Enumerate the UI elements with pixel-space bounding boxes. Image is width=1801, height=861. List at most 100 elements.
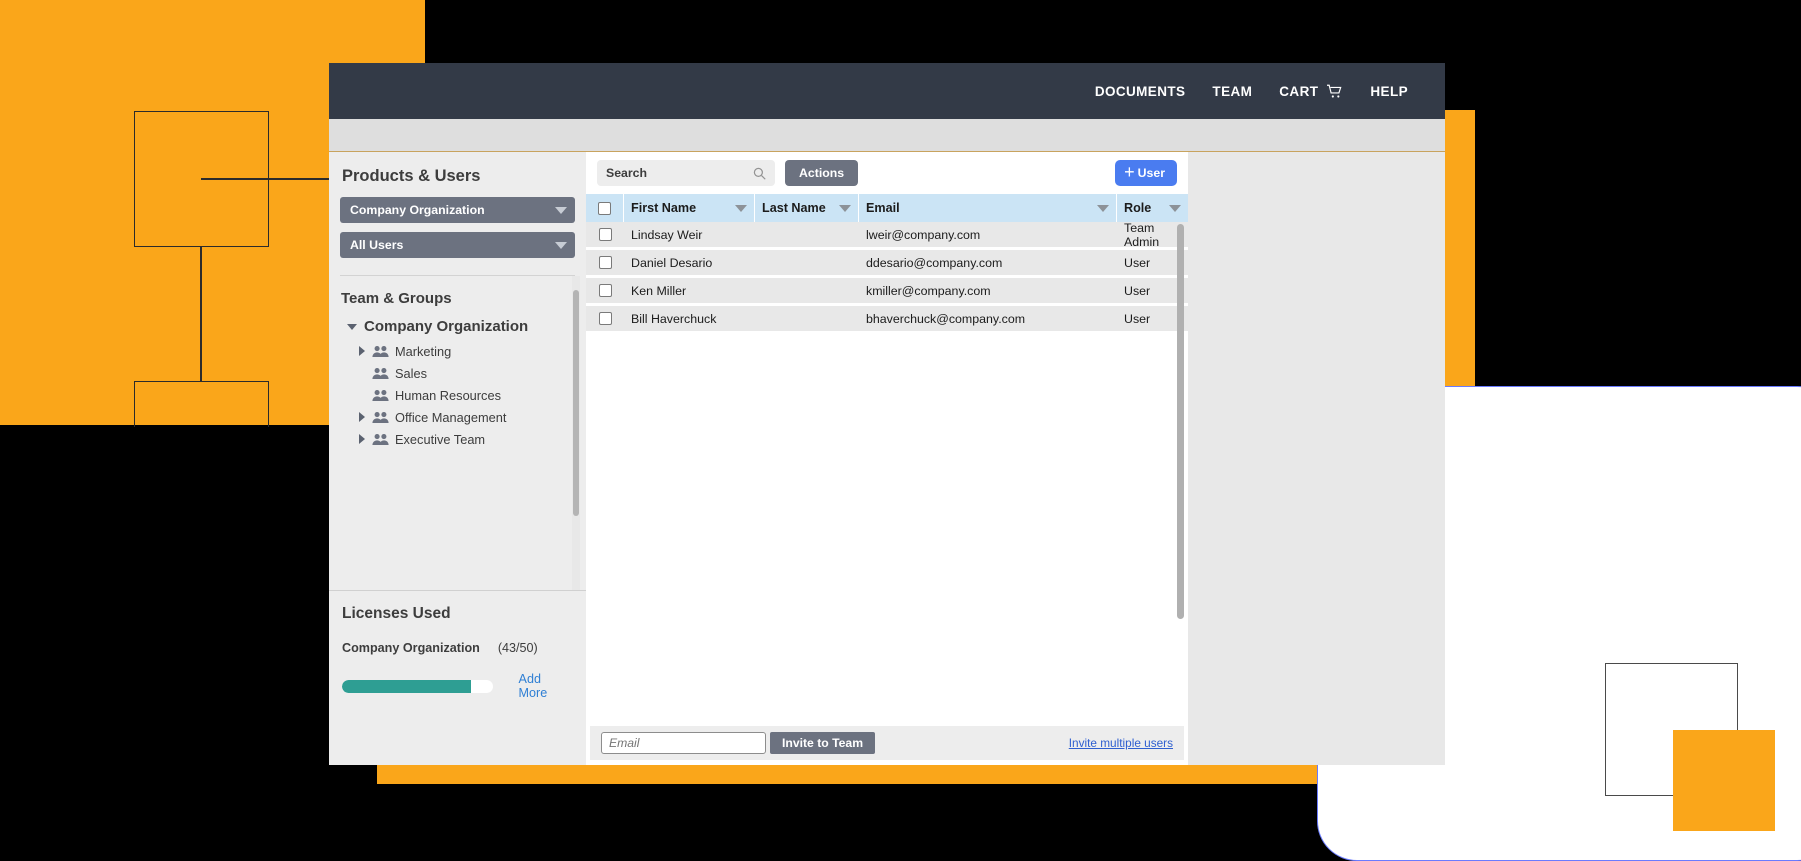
tree-item-label-sales: Sales bbox=[395, 366, 427, 381]
add-more-link[interactable]: Add More bbox=[519, 672, 573, 700]
row-checkbox-cell[interactable] bbox=[586, 312, 624, 325]
group-icon bbox=[372, 433, 389, 446]
triangle-right-icon bbox=[359, 434, 365, 444]
tree-item-human-resources[interactable]: Human Resources bbox=[329, 384, 586, 406]
table-body: Lindsay Weir lweir@company.com Team Admi… bbox=[586, 222, 1188, 721]
licenses-progress-row: Add More bbox=[342, 672, 573, 700]
tree-item-sales[interactable]: Sales bbox=[329, 362, 586, 384]
table-header-select-all[interactable] bbox=[586, 194, 624, 222]
sidebar-scrollbar-thumb[interactable] bbox=[573, 290, 579, 516]
licenses-section: Licenses Used Company Organization (43/5… bbox=[329, 590, 586, 765]
add-user-label: User bbox=[1138, 166, 1165, 180]
tree-item-office-management[interactable]: Office Management bbox=[329, 406, 586, 428]
licenses-title: Licenses Used bbox=[342, 605, 573, 623]
table-header-label-first-name: First Name bbox=[631, 201, 696, 215]
invite-footer: Invite to Team Invite multiple users bbox=[586, 721, 1188, 765]
licenses-progress-fill bbox=[342, 680, 471, 693]
sort-caret-icon[interactable] bbox=[1097, 205, 1109, 212]
actions-button[interactable]: Actions bbox=[785, 160, 858, 186]
table-scrollbar-thumb[interactable] bbox=[1177, 224, 1184, 619]
add-user-button[interactable]: + User bbox=[1115, 160, 1177, 186]
decorative-connector-horizontal bbox=[201, 178, 329, 180]
body-area: Products & Users Company Organization Al… bbox=[329, 152, 1445, 765]
cell-email: ddesario@company.com bbox=[859, 256, 1117, 270]
table-row[interactable]: Ken Miller kmiller@company.com User bbox=[586, 278, 1188, 303]
table-header-email[interactable]: Email bbox=[859, 194, 1117, 222]
cell-email: lweir@company.com bbox=[859, 228, 1117, 242]
row-checkbox-cell[interactable] bbox=[586, 256, 624, 269]
table-header-row: First Name Last Name Email Role bbox=[586, 194, 1188, 222]
expand-toggle-marketing[interactable] bbox=[359, 346, 366, 356]
nav-label-documents: DOCUMENTS bbox=[1095, 84, 1186, 99]
nav-item-team[interactable]: TEAM bbox=[1212, 84, 1252, 99]
sidebar-select-users[interactable]: All Users bbox=[340, 232, 575, 258]
chevron-down-icon bbox=[555, 242, 567, 249]
decorative-orange-square-right bbox=[1673, 730, 1775, 831]
sidebar: Products & Users Company Organization Al… bbox=[329, 152, 586, 765]
cell-name: Bill Haverchuck bbox=[624, 312, 859, 326]
sort-caret-icon[interactable] bbox=[1169, 205, 1181, 212]
tree-root-company-organization[interactable]: Company Organization bbox=[329, 313, 586, 340]
sidebar-select-organization[interactable]: Company Organization bbox=[340, 197, 575, 223]
table-header-role[interactable]: Role bbox=[1117, 194, 1188, 222]
invite-multiple-users-link[interactable]: Invite multiple users bbox=[1069, 736, 1173, 750]
tree-item-label-human-resources: Human Resources bbox=[395, 388, 501, 403]
nav-list: DOCUMENTS TEAM CART HEL bbox=[1095, 84, 1408, 99]
decorative-connector-vertical bbox=[200, 247, 202, 381]
cell-name: Lindsay Weir bbox=[624, 228, 859, 242]
group-icon bbox=[372, 389, 389, 402]
invite-email-input[interactable] bbox=[601, 732, 766, 754]
table-header-last-name[interactable]: Last Name bbox=[755, 194, 859, 222]
table-header-label-role: Role bbox=[1124, 201, 1151, 215]
licenses-progress-bar bbox=[342, 680, 493, 693]
row-checkbox-cell[interactable] bbox=[586, 284, 624, 297]
sidebar-select-organization-label: Company Organization bbox=[350, 203, 485, 217]
decorative-square-outline-bottom bbox=[134, 381, 269, 427]
nav-item-documents[interactable]: DOCUMENTS bbox=[1095, 84, 1186, 99]
row-checkbox-cell[interactable] bbox=[586, 228, 624, 241]
sort-caret-icon[interactable] bbox=[839, 205, 851, 212]
tree-item-executive-team[interactable]: Executive Team bbox=[329, 428, 586, 450]
cell-email: bhaverchuck@company.com bbox=[859, 312, 1117, 326]
checkbox-row[interactable] bbox=[599, 228, 612, 241]
search-input[interactable]: Search bbox=[597, 160, 775, 186]
table-header-first-name[interactable]: First Name bbox=[624, 194, 755, 222]
nav-label-team: TEAM bbox=[1212, 84, 1252, 99]
tree-item-label-office-management: Office Management bbox=[395, 410, 506, 425]
users-panel: Search Actions + User bbox=[586, 152, 1188, 765]
table-row[interactable]: Bill Haverchuck bhaverchuck@company.com … bbox=[586, 306, 1188, 331]
cart-icon bbox=[1326, 84, 1343, 99]
sidebar-tree-title: Team & Groups bbox=[329, 284, 586, 313]
licenses-summary-row: Company Organization (43/50) bbox=[342, 641, 573, 655]
nav-label-help: HELP bbox=[1370, 84, 1408, 99]
table-header-label-email: Email bbox=[866, 201, 900, 215]
checkbox-row[interactable] bbox=[599, 312, 612, 325]
licenses-org-label: Company Organization bbox=[342, 641, 480, 655]
search-placeholder: Search bbox=[606, 166, 647, 180]
sidebar-select-users-label: All Users bbox=[350, 238, 403, 252]
table-row[interactable]: Lindsay Weir lweir@company.com Team Admi… bbox=[586, 222, 1188, 247]
licenses-count: (43/50) bbox=[498, 641, 538, 655]
checkbox-row[interactable] bbox=[599, 256, 612, 269]
tree-item-label-marketing: Marketing bbox=[395, 344, 451, 359]
tree-root-label: Company Organization bbox=[364, 318, 528, 335]
right-empty-panel bbox=[1188, 152, 1445, 765]
checkbox-select-all[interactable] bbox=[598, 202, 611, 215]
table-header-label-last-name: Last Name bbox=[762, 201, 826, 215]
nav-item-help[interactable]: HELP bbox=[1370, 84, 1408, 99]
invite-to-team-button[interactable]: Invite to Team bbox=[770, 732, 875, 754]
nav-item-cart[interactable]: CART bbox=[1279, 84, 1343, 99]
triangle-right-icon bbox=[359, 412, 365, 422]
cell-name: Ken Miller bbox=[624, 284, 859, 298]
group-icon bbox=[372, 367, 389, 380]
tree-item-marketing[interactable]: Marketing bbox=[329, 340, 586, 362]
expand-toggle-executive-team[interactable] bbox=[359, 434, 366, 444]
checkbox-row[interactable] bbox=[599, 284, 612, 297]
table-row[interactable]: Daniel Desario ddesario@company.com User bbox=[586, 250, 1188, 275]
group-icon bbox=[372, 345, 389, 358]
expand-toggle-office-management[interactable] bbox=[359, 412, 366, 422]
sort-caret-icon[interactable] bbox=[735, 205, 747, 212]
users-toolbar: Search Actions + User bbox=[586, 152, 1188, 194]
plus-icon: + bbox=[1124, 163, 1135, 181]
screenshot-canvas: DOCUMENTS TEAM CART HEL bbox=[0, 0, 1801, 861]
